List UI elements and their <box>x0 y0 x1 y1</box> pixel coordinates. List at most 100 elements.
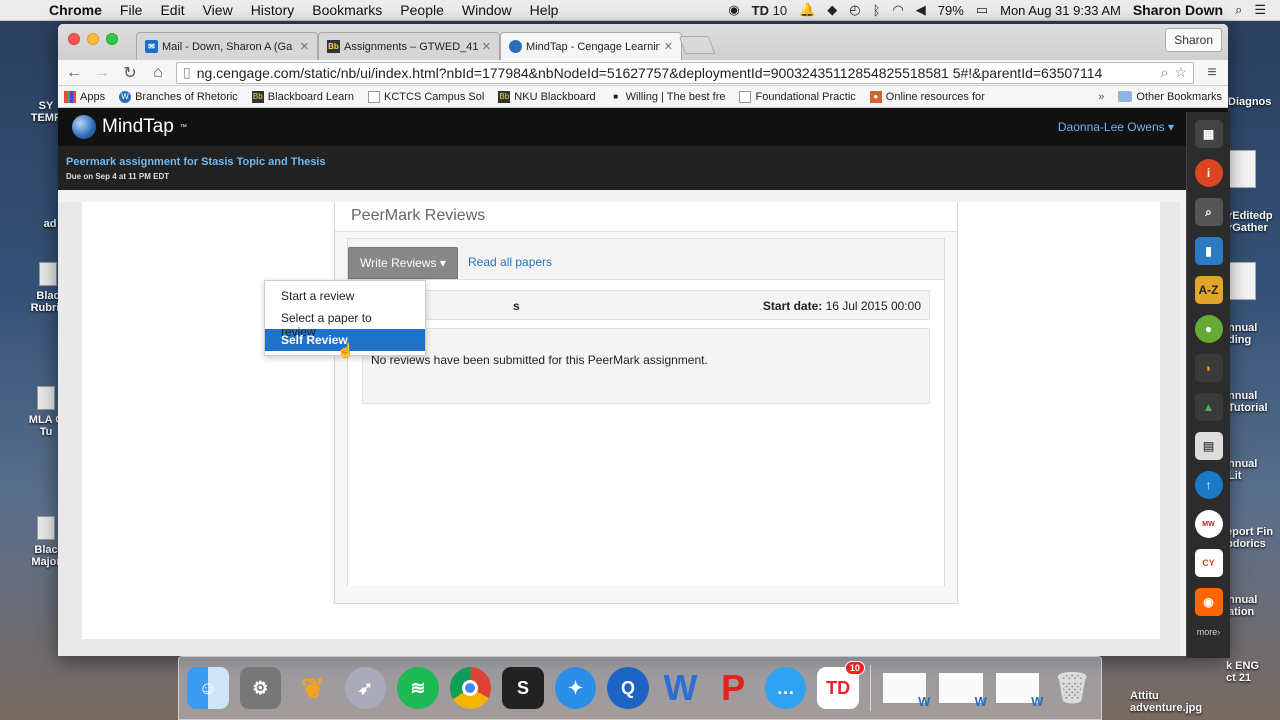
bookmark-online-resources[interactable]: ● Online resources for <box>869 90 985 103</box>
launchpad-icon[interactable]: ➶ <box>344 667 387 709</box>
profile-button[interactable]: Sharon <box>1165 28 1222 52</box>
bookmark-willing[interactable]: ■ Willing | The best fre <box>610 91 725 103</box>
close-tab-icon[interactable]: ✕ <box>300 40 309 53</box>
notes-icon[interactable]: ▤ <box>1194 432 1223 460</box>
menu-item-select-paper[interactable]: Select a paper to review <box>265 307 425 339</box>
butterfly-app-icon[interactable]: ❦ <box>292 667 334 709</box>
notification-center-icon[interactable]: ☰ <box>1254 2 1266 18</box>
desktop-file-edited[interactable]: rEditedp rGather <box>1228 210 1273 234</box>
merriam-webster-icon[interactable]: MW <box>1194 510 1223 538</box>
finder-icon[interactable]: ☺ <box>187 667 229 709</box>
trash-icon[interactable]: 🗑 <box>1051 667 1093 709</box>
back-icon[interactable]: ← <box>64 64 84 82</box>
minimized-word-window-icon[interactable]: W <box>881 672 930 709</box>
dropbox-icon[interactable]: ◆ <box>827 2 837 18</box>
menu-window[interactable]: Window <box>453 2 521 18</box>
minimized-word-window-icon[interactable]: W <box>994 672 1043 709</box>
desktop-file-eng[interactable]: k ENG ct 21 <box>1226 660 1259 684</box>
safari-icon[interactable]: ✦ <box>554 667 597 709</box>
readspeaker-icon[interactable]: ◗ <box>1194 354 1223 382</box>
spotlight-icon[interactable]: ⌕ <box>1235 2 1242 18</box>
messages-icon[interactable]: … <box>764 667 807 709</box>
minimized-word-window-icon[interactable]: W <box>938 672 987 709</box>
bookmark-star-icon[interactable]: ☆ <box>1174 64 1187 81</box>
info-icon[interactable]: i <box>1194 159 1223 187</box>
menu-help[interactable]: Help <box>521 2 568 18</box>
menu-file[interactable]: File <box>111 2 152 18</box>
menu-view[interactable]: View <box>194 2 242 18</box>
more-bookmarks-button[interactable]: » <box>1098 91 1104 103</box>
menu-item-start-review[interactable]: Start a review <box>265 285 425 307</box>
record-icon[interactable]: ◉ <box>728 2 739 18</box>
google-drive-icon[interactable]: ▲ <box>1194 393 1223 421</box>
scrivener-icon[interactable]: S <box>502 667 544 709</box>
word-icon[interactable]: W <box>660 667 702 709</box>
desktop-file-annual-3[interactable]: nnual Lit <box>1228 458 1257 482</box>
desktop-file-report[interactable]: eport Fin bdorics <box>1226 526 1273 550</box>
tab-mindtap[interactable]: MindTap - Cengage Learnin ✕ <box>500 32 682 60</box>
chrome-menu-icon[interactable]: ≡ <box>1202 64 1222 82</box>
menu-edit[interactable]: Edit <box>151 2 193 18</box>
mindtap-logo[interactable]: MindTap ™ <box>72 115 187 139</box>
bookmark-apps[interactable]: Apps <box>64 90 105 103</box>
desktop-file-attitude[interactable]: Attitu adventure.jpg <box>1130 690 1202 714</box>
rss-icon[interactable]: ◉ <box>1194 588 1223 616</box>
book-icon[interactable]: ▮ <box>1194 237 1223 265</box>
url-text[interactable]: ng.cengage.com/static/nb/ui/index.html?n… <box>197 65 1155 81</box>
desktop-file-diagnostic[interactable]: Diagnos <box>1228 96 1271 108</box>
menu-app-name[interactable]: Chrome <box>40 2 111 18</box>
menu-bookmarks[interactable]: Bookmarks <box>303 2 391 18</box>
home-icon[interactable]: ⌂ <box>148 64 168 82</box>
write-reviews-button[interactable]: Write Reviews ▾ <box>348 247 458 279</box>
forward-icon[interactable]: → <box>92 64 112 82</box>
document-icon[interactable] <box>1228 262 1256 300</box>
powerpoint-icon[interactable]: P <box>712 667 754 709</box>
td-menu-icon[interactable]: TD 10 <box>752 3 787 18</box>
bookmark-rhetoric[interactable]: W Branches of Rhetoric <box>119 90 238 103</box>
bluetooth-icon[interactable]: ᛒ <box>873 3 881 18</box>
user-name[interactable]: Sharon Down <box>1133 2 1223 18</box>
wifi-icon[interactable]: ◠ <box>892 2 903 18</box>
other-bookmarks[interactable]: Other Bookmarks <box>1118 91 1222 103</box>
zoom-icon[interactable]: ⌕ <box>1161 64 1169 81</box>
user-menu[interactable]: Daonna-Lee Owens ▾ <box>1058 120 1174 134</box>
tab-assignments[interactable]: Bb Assignments – GTWED_41 ✕ <box>318 32 500 60</box>
bookmark-nku[interactable]: Bb NKU Blackboard <box>498 90 596 103</box>
menu-people[interactable]: People <box>391 2 453 18</box>
desktop-file-annual-1[interactable]: nnual ding <box>1228 322 1257 346</box>
battery-icon[interactable]: ▭ <box>976 2 988 18</box>
address-bar[interactable]: ▯ ng.cengage.com/static/nb/ui/index.html… <box>176 61 1194 84</box>
menu-history[interactable]: History <box>242 2 304 18</box>
bookmark-foundational[interactable]: Foundational Practic <box>739 90 856 103</box>
chrome-icon[interactable] <box>449 667 492 709</box>
read-all-papers-link[interactable]: Read all papers <box>468 255 552 269</box>
cite-icon[interactable]: CY <box>1194 549 1223 577</box>
spotify-icon[interactable]: ≋ <box>397 667 439 709</box>
notification-icon[interactable]: 🔔 <box>799 2 815 18</box>
tab-mail[interactable]: ✉ Mail - Down, Sharon A (Ga ✕ <box>136 32 318 60</box>
desktop-file-annual-4[interactable]: nnual ation <box>1228 594 1257 618</box>
search-icon[interactable]: ⌕ <box>1194 198 1223 226</box>
zoom-window-button[interactable] <box>106 33 118 45</box>
close-tab-icon[interactable]: ✕ <box>664 40 673 53</box>
bookmark-kctcs[interactable]: KCTCS Campus Sol <box>368 90 484 103</box>
upload-icon[interactable]: ↑ <box>1194 471 1223 499</box>
more-apps-link[interactable]: more› <box>1187 627 1230 637</box>
desktop-file-annual-2[interactable]: nnual Tutorial <box>1228 390 1268 414</box>
new-tab-button[interactable] <box>678 36 716 54</box>
volume-icon[interactable]: ◀ <box>916 2 926 18</box>
minimize-window-button[interactable] <box>87 33 99 45</box>
bookmark-blackboard-learn[interactable]: Bb Blackboard Learn <box>251 90 354 103</box>
td-app-icon[interactable]: TD 10 <box>817 661 865 709</box>
dictionary-icon[interactable]: A-Z <box>1194 276 1223 304</box>
reload-icon[interactable]: ↻ <box>120 63 140 83</box>
document-icon[interactable] <box>1228 150 1256 188</box>
close-window-button[interactable] <box>68 33 80 45</box>
system-preferences-icon[interactable]: ⚙ <box>239 667 282 709</box>
close-tab-icon[interactable]: ✕ <box>482 40 491 53</box>
profile-icon[interactable]: ● <box>1194 315 1223 343</box>
grid-apps-icon[interactable]: ▦ <box>1194 120 1223 148</box>
datetime[interactable]: Mon Aug 31 9:33 AM <box>1000 3 1121 18</box>
quicktime-icon[interactable]: Q <box>607 667 649 709</box>
time-machine-icon[interactable]: ◴ <box>849 2 860 18</box>
